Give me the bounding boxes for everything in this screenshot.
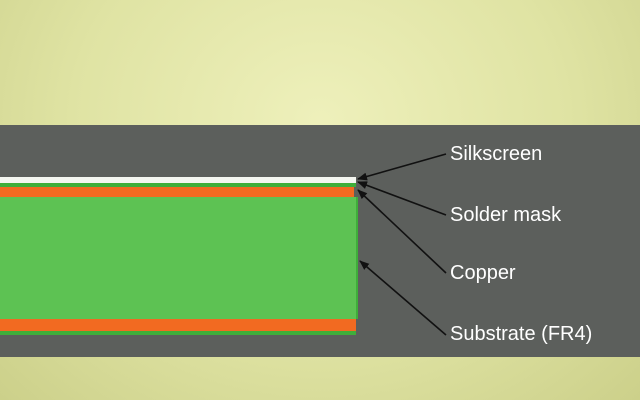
substrate-arrow <box>359 260 447 336</box>
substrate-label: Substrate (FR4) <box>450 323 593 345</box>
silkscreen-arrow <box>357 153 447 181</box>
pcb-cross-section-panel: Silkscreen Solder mask Copper Substrate … <box>0 125 640 357</box>
solder-mask-arrow <box>357 181 447 216</box>
copper-label: Copper <box>450 262 516 284</box>
silkscreen-label: Silkscreen <box>450 143 543 165</box>
copper-arrow <box>357 189 447 274</box>
solder-mask-label: Solder mask <box>450 204 562 226</box>
